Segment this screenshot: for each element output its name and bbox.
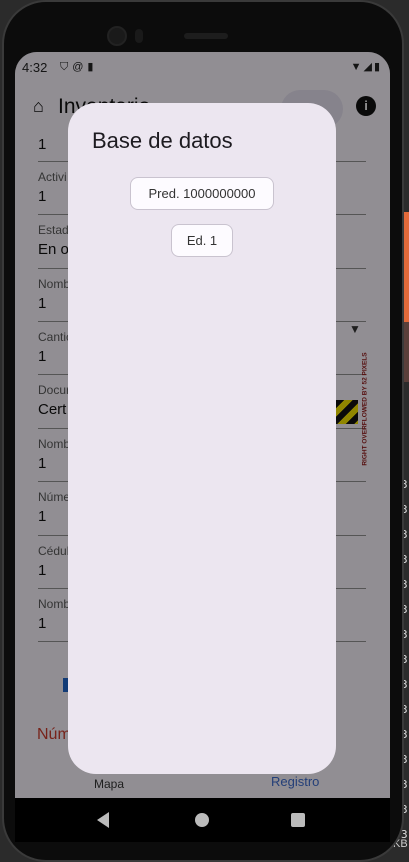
pred-button[interactable]: Pred. 1000000000 — [130, 177, 274, 210]
sensor-icon — [135, 29, 143, 43]
home-circle-icon[interactable] — [195, 813, 209, 827]
database-dialog: Base de datos Pred. 1000000000 Ed. 1 — [68, 103, 336, 774]
speaker-grille — [184, 33, 228, 39]
dialog-title: Base de datos — [92, 128, 233, 153]
recents-icon[interactable] — [291, 813, 305, 827]
back-icon[interactable] — [97, 812, 109, 828]
emulator-stage: 3 3 3 3 3 3 3 3 3 3 3 3 3 3 3 KB 4:32 ⛉@… — [0, 0, 409, 862]
system-nav-bar — [15, 798, 390, 842]
camera-icon — [107, 26, 127, 46]
ed-button[interactable]: Ed. 1 — [171, 224, 233, 257]
